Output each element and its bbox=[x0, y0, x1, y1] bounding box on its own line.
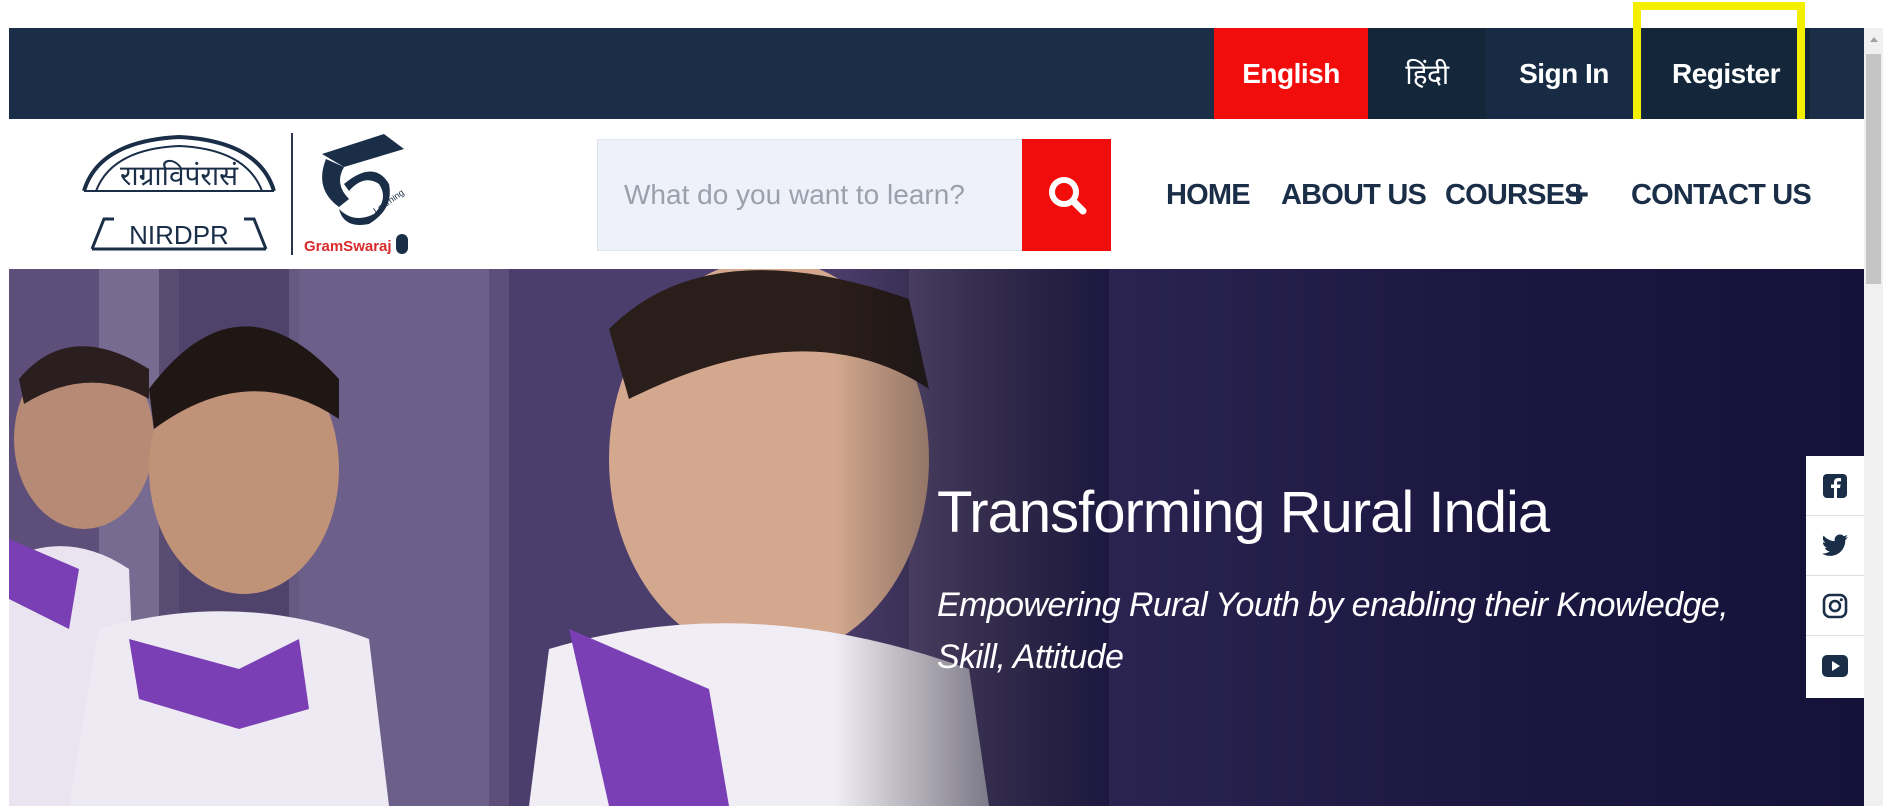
scroll-up-icon[interactable] bbox=[1864, 30, 1883, 48]
gramswaraj-text: GramSwaraj bbox=[304, 238, 392, 255]
nirdpr-text: NIRDPR bbox=[129, 220, 229, 250]
search-input[interactable] bbox=[598, 178, 1029, 212]
nav-contact-us[interactable]: CONTACT US bbox=[1631, 139, 1812, 251]
register-button[interactable]: Register bbox=[1642, 28, 1810, 119]
page: English हिंदी Sign In Register राग्राविप… bbox=[9, 0, 1864, 806]
language-hindi-button[interactable]: हिंदी bbox=[1368, 28, 1486, 119]
youtube-icon bbox=[1822, 655, 1848, 677]
top-bar: English हिंदी Sign In Register bbox=[9, 28, 1864, 119]
logo-divider bbox=[291, 133, 293, 255]
header: राग्राविपंरासं NIRDPR Learning GramSwara… bbox=[9, 119, 1864, 269]
nav-courses-label: COURSES bbox=[1445, 178, 1584, 211]
search-box bbox=[597, 139, 1030, 251]
courses-expand-icon[interactable]: + bbox=[1567, 139, 1589, 251]
hero-title: Transforming Rural India bbox=[937, 480, 1550, 545]
nav-home[interactable]: HOME bbox=[1166, 139, 1251, 251]
youtube-link[interactable] bbox=[1806, 636, 1864, 696]
nav-about-us[interactable]: ABOUT US bbox=[1281, 139, 1427, 251]
language-english-button[interactable]: English bbox=[1214, 28, 1368, 119]
nav-about-label: ABOUT US bbox=[1281, 178, 1427, 211]
twitter-icon bbox=[1821, 534, 1848, 556]
nirdpr-hindi-text: राग्राविपंरासं bbox=[120, 159, 239, 192]
courses-plus-label: + bbox=[1567, 173, 1590, 216]
search-button[interactable] bbox=[1022, 139, 1111, 251]
hero-subtitle: Empowering Rural Youth by enabling their… bbox=[937, 586, 1729, 676]
facebook-link[interactable] bbox=[1806, 456, 1864, 516]
search-icon bbox=[1048, 177, 1086, 215]
sign-in-button[interactable]: Sign In bbox=[1486, 28, 1642, 119]
twitter-link[interactable] bbox=[1806, 516, 1864, 576]
gramswaraj-logo[interactable]: Learning GramSwaraj bbox=[304, 129, 419, 257]
instagram-link[interactable] bbox=[1806, 576, 1864, 636]
nav-contact-label: CONTACT US bbox=[1631, 178, 1812, 211]
scrollbar-thumb[interactable] bbox=[1866, 54, 1881, 284]
nav-courses[interactable]: COURSES bbox=[1445, 139, 1584, 251]
nirdpr-logo[interactable]: राग्राविपंरासं NIRDPR bbox=[74, 129, 284, 257]
social-sidebar bbox=[1806, 456, 1864, 698]
hero-banner: Transforming Rural India Empowering Rura… bbox=[9, 269, 1864, 806]
instagram-icon bbox=[1822, 593, 1848, 618]
nav-home-label: HOME bbox=[1166, 178, 1251, 211]
facebook-icon bbox=[1823, 473, 1847, 498]
